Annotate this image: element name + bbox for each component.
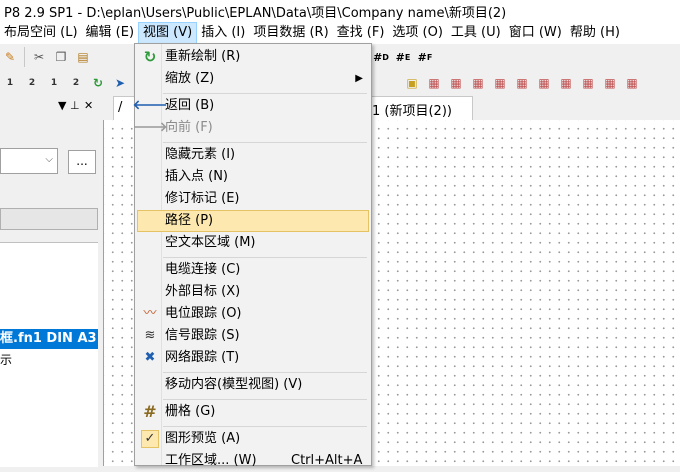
- menu-help[interactable]: 帮助 (H): [566, 22, 624, 44]
- menu-item-redraw[interactable]: ↻ 重新绘制 (R): [137, 46, 369, 68]
- pointer-check-icon[interactable]: ➤: [110, 73, 130, 93]
- counter-3-icon[interactable]: 1: [44, 73, 64, 93]
- potential-icon[interactable]: ▦: [556, 73, 576, 93]
- close-icon[interactable]: ✕: [84, 99, 93, 112]
- menu-item-back[interactable]: 🡐 返回 (B): [132, 95, 369, 117]
- menu-tools[interactable]: 工具 (U): [447, 22, 505, 44]
- panel-header: ▼ ⊥ ✕: [0, 96, 98, 119]
- menu-item-hide-elements[interactable]: 隐藏元素 (I): [137, 144, 369, 166]
- chevron-down-icon: ⌵: [45, 154, 53, 165]
- cable-icon[interactable]: ▦: [512, 73, 532, 93]
- menu-item-signal-tracking[interactable]: ≋ 信号跟踪 (S): [137, 325, 369, 347]
- menu-find[interactable]: 查找 (F): [333, 22, 389, 44]
- macro-icon[interactable]: ▦: [600, 73, 620, 93]
- pin-icon[interactable]: ⊥: [70, 99, 80, 112]
- counter-2-icon[interactable]: 2: [22, 73, 42, 93]
- submenu-arrow-icon: ▶: [355, 73, 363, 84]
- menu-item-zoom[interactable]: 缩放 (Z) ▶: [137, 68, 369, 90]
- arrow-right-icon: 🡒: [132, 120, 168, 135]
- page-navigator-panel: ⌵ ... 框.fn1 DIN A3 示: [0, 118, 98, 467]
- menu-separator: [163, 93, 367, 94]
- page-tree: 框.fn1 DIN A3 示: [0, 242, 98, 467]
- menu-item-graphic-preview[interactable]: ✓ 图形预览 (A): [137, 428, 369, 450]
- navigator-filter-select[interactable]: ⌵: [0, 148, 58, 174]
- tree-item-selected[interactable]: 框.fn1 DIN A3: [0, 329, 98, 349]
- menu-item-empty-text-area[interactable]: 空文本区域 (M): [137, 232, 369, 254]
- grid-icon: #: [143, 402, 157, 421]
- tree-item[interactable]: 示: [0, 351, 12, 369]
- tab-label: 1 (新项目(2)): [372, 104, 452, 119]
- grid-e-icon[interactable]: # E: [393, 47, 413, 67]
- menu-separator: [163, 142, 367, 143]
- menu-item-insertion-point[interactable]: 插入点 (N): [137, 166, 369, 188]
- menu-item-grid[interactable]: # 栅格 (G): [137, 401, 369, 423]
- paste-icon[interactable]: ▤: [73, 47, 93, 67]
- menu-item-work-area[interactable]: 工作区域... (W) Ctrl+Alt+A: [137, 450, 369, 472]
- arrow-left-icon: 🡐: [132, 98, 168, 113]
- refresh-icon[interactable]: ↻: [88, 73, 108, 93]
- layout-icon[interactable]: ▦: [622, 73, 642, 93]
- menu-item-path[interactable]: 路径 (P): [137, 210, 369, 232]
- menu-item-forward: 🡒 向前 (F): [132, 120, 213, 135]
- menu-separator: [163, 372, 367, 373]
- menu-separator: [163, 257, 367, 258]
- menu-bar: 布局空间 (L) 编辑 (E) 视图 (V) 插入 (I) 项目数据 (R) 查…: [0, 22, 680, 44]
- menu-item-external-target[interactable]: 外部目标 (X): [137, 281, 369, 303]
- menu-insert[interactable]: 插入 (I): [197, 22, 249, 44]
- checkmark-icon: ✓: [141, 430, 159, 448]
- device-icon[interactable]: ▦: [446, 73, 466, 93]
- copy-icon[interactable]: ❐: [51, 47, 71, 67]
- counter-4-icon[interactable]: 2: [66, 73, 86, 93]
- symbol-icon[interactable]: ▣: [402, 73, 422, 93]
- table-icon[interactable]: ▦: [424, 73, 444, 93]
- menu-window[interactable]: 窗口 (W): [505, 22, 566, 44]
- filter-settings-button[interactable]: ...: [68, 150, 96, 174]
- grid-f-icon[interactable]: # F: [415, 47, 435, 67]
- terminal-icon[interactable]: ▦: [468, 73, 488, 93]
- cut-icon[interactable]: ✂: [29, 47, 49, 67]
- toolbar-separator: [24, 47, 25, 67]
- shortcut-text: Ctrl+Alt+A: [291, 453, 363, 468]
- counter-1-icon[interactable]: 1: [0, 73, 20, 93]
- signal-trace-icon: ≋: [144, 328, 156, 343]
- menu-options[interactable]: 选项 (O): [388, 22, 447, 44]
- tab-label-prefix: /: [118, 100, 123, 115]
- menu-separator: [163, 399, 367, 400]
- view-menu-dropdown: ↻ 重新绘制 (R) 缩放 (Z) ▶ 🡐 返回 (B) 🡒 向前 (F) 隐藏…: [132, 43, 372, 468]
- connection-icon[interactable]: ▦: [534, 73, 554, 93]
- network-trace-icon: ✖: [144, 350, 156, 365]
- menu-view[interactable]: 视图 (V): [138, 22, 198, 44]
- menu-item-potential-tracking[interactable]: 〰 电位跟踪 (O): [137, 303, 369, 325]
- menu-item-cable-connections[interactable]: 电缆连接 (C): [137, 259, 369, 281]
- menu-layout-space[interactable]: 布局空间 (L): [0, 22, 82, 44]
- plc-icon[interactable]: ▦: [490, 73, 510, 93]
- report-icon[interactable]: ▦: [578, 73, 598, 93]
- grid-d-icon[interactable]: # D: [371, 47, 391, 67]
- menu-item-network-tracking[interactable]: ✖ 网络跟踪 (T): [137, 347, 369, 369]
- potential-trace-icon: 〰: [143, 306, 157, 321]
- redraw-icon: ↻: [143, 48, 157, 66]
- menu-project-data[interactable]: 项目数据 (R): [249, 22, 332, 44]
- menu-item-move-content[interactable]: 移动内容(模型视图) (V): [137, 374, 369, 396]
- window-title: P8 2.9 SP1 - D:\eplan\Users\Public\EPLAN…: [0, 0, 680, 22]
- wrench-icon[interactable]: ✎: [0, 47, 20, 67]
- menu-edit[interactable]: 编辑 (E): [82, 22, 139, 44]
- navigator-search-input[interactable]: [0, 208, 98, 230]
- menu-separator: [163, 426, 367, 427]
- menu-item-revision-marks[interactable]: 修订标记 (E): [137, 188, 369, 210]
- panel-options-icon[interactable]: ▼: [58, 99, 66, 112]
